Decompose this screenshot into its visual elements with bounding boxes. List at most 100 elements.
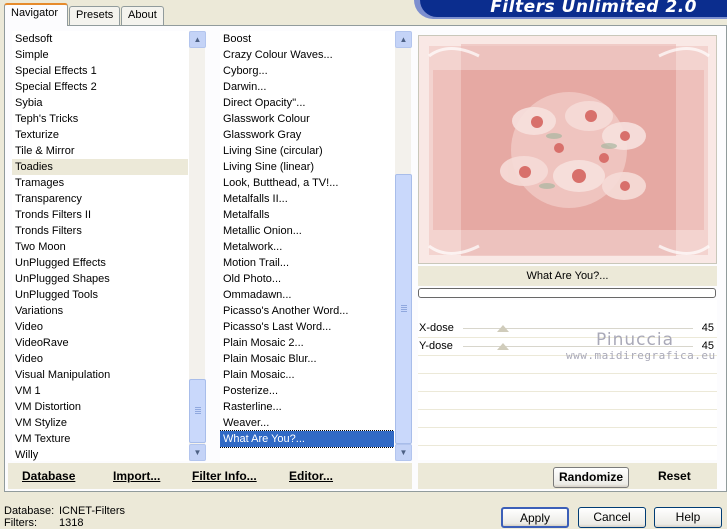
category-scrollbar[interactable]: ▲ ▼ [188, 31, 206, 461]
help-button[interactable]: Help [654, 507, 722, 528]
param-row-empty [418, 428, 717, 446]
filter-item[interactable]: Metalfalls [220, 207, 394, 223]
app-title: Filters Unlimited 2.0 [490, 0, 697, 17]
filters-label: Filters: [4, 517, 37, 529]
filter-item[interactable]: Crazy Colour Waves... [220, 47, 394, 63]
apply-button[interactable]: Apply [501, 507, 569, 528]
category-item[interactable]: UnPlugged Effects [12, 255, 188, 271]
param-row-empty [418, 374, 717, 392]
tab-about[interactable]: About [121, 6, 164, 25]
category-item[interactable]: Toadies [12, 159, 188, 175]
category-item[interactable]: Tronds Filters II [12, 207, 188, 223]
progress-bar [418, 288, 716, 298]
filter-item[interactable]: Metalfalls II... [220, 191, 394, 207]
filter-item[interactable]: Glasswork Colour [220, 111, 394, 127]
filter-item[interactable]: Glasswork Gray [220, 127, 394, 143]
category-item[interactable]: Tile & Mirror [12, 143, 188, 159]
filter-item[interactable]: Darwin... [220, 79, 394, 95]
scroll-thumb[interactable] [395, 174, 412, 444]
editor-button[interactable]: Editor... [289, 469, 333, 483]
category-item[interactable]: VM Distortion [12, 399, 188, 415]
tab-label: About [128, 9, 157, 21]
tab-bar: Navigator Presets About [0, 0, 420, 26]
category-item[interactable]: Texturize [12, 127, 188, 143]
filter-item[interactable]: Living Sine (linear) [220, 159, 394, 175]
tab-presets[interactable]: Presets [69, 6, 120, 25]
preview-artwork-icon [419, 36, 716, 263]
filter-item[interactable]: Plain Mosaic 2... [220, 335, 394, 351]
list-toolbar: Database Import... Filter Info... Editor… [8, 463, 412, 489]
filter-item[interactable]: Rasterline... [220, 399, 394, 415]
slider-thumb[interactable] [497, 325, 510, 332]
app-banner: Filters Unlimited 2.0 [420, 0, 727, 17]
filter-item[interactable]: Plain Mosaic... [220, 367, 394, 383]
param-value: 45 [701, 322, 714, 334]
category-item[interactable]: Special Effects 2 [12, 79, 188, 95]
filter-list[interactable]: Boost Crazy Colour Waves... Cyborg... Darwi… [220, 31, 394, 461]
category-item[interactable]: Tramages [12, 175, 188, 191]
randomize-button[interactable]: Randomize [553, 467, 629, 488]
category-item[interactable]: Special Effects 1 [12, 63, 188, 79]
slider-thumb[interactable] [497, 343, 510, 350]
filter-item[interactable]: Metalwork... [220, 239, 394, 255]
category-item[interactable]: Sedsoft [12, 31, 188, 47]
param-label: Y-dose [419, 340, 453, 352]
filter-item[interactable]: Picasso's Another Word... [220, 303, 394, 319]
category-item[interactable]: Two Moon [12, 239, 188, 255]
param-row-empty [418, 410, 717, 428]
category-item[interactable]: Visual Manipulation [12, 367, 188, 383]
filter-item[interactable]: Old Photo... [220, 271, 394, 287]
filter-item[interactable]: Weaver... [220, 415, 394, 431]
category-item[interactable]: VideoRave [12, 335, 188, 351]
filter-item[interactable]: Motion Trail... [220, 255, 394, 271]
category-list[interactable]: Sedsoft Simple Special Effects 1 Special Ef… [12, 31, 188, 461]
scroll-thumb[interactable] [189, 379, 206, 443]
category-item[interactable]: VM 1 [12, 383, 188, 399]
database-value: ICNET-Filters [59, 505, 125, 517]
watermark-name: Pinuccia [596, 330, 674, 350]
filter-item[interactable]: Plain Mosaic Blur... [220, 351, 394, 367]
import-button[interactable]: Import... [113, 469, 160, 483]
scroll-up-button[interactable]: ▲ [189, 31, 206, 48]
category-item[interactable]: VM Texture [12, 431, 188, 447]
filter-item[interactable]: Picasso's Last Word... [220, 319, 394, 335]
category-item[interactable]: Variations [12, 303, 188, 319]
reset-button[interactable]: Reset [658, 469, 691, 483]
chevron-up-icon: ▲ [193, 35, 202, 44]
chevron-up-icon: ▲ [399, 35, 408, 44]
filter-info-button[interactable]: Filter Info... [192, 469, 257, 483]
cancel-button[interactable]: Cancel [578, 507, 646, 528]
filter-item[interactable]: Posterize... [220, 383, 394, 399]
category-item[interactable]: Teph's Tricks [12, 111, 188, 127]
filter-item[interactable]: Metallic Onion... [220, 223, 394, 239]
scroll-down-button[interactable]: ▼ [189, 444, 206, 461]
filter-item[interactable]: Cyborg... [220, 63, 394, 79]
category-item[interactable]: Video [12, 319, 188, 335]
filter-scrollbar[interactable]: ▲ ▼ [394, 31, 412, 461]
filter-item[interactable]: Boost [220, 31, 394, 47]
database-button[interactable]: Database [22, 469, 75, 483]
filter-title: What Are You?... [418, 266, 717, 286]
status-area: Database: ICNET-Filters Filters: 1318 [4, 505, 125, 529]
category-item[interactable]: Willy [12, 447, 188, 461]
filter-item[interactable]: Living Sine (circular) [220, 143, 394, 159]
filter-item[interactable]: Ommadawn... [220, 287, 394, 303]
param-row-empty [418, 392, 717, 410]
category-item[interactable]: Tronds Filters [12, 223, 188, 239]
category-item[interactable]: Video [12, 351, 188, 367]
category-item[interactable]: VM Stylize [12, 415, 188, 431]
filter-item[interactable]: What Are You?... [220, 430, 394, 448]
category-item[interactable]: Transparency [12, 191, 188, 207]
scroll-up-button[interactable]: ▲ [395, 31, 412, 48]
scroll-down-button[interactable]: ▼ [395, 444, 412, 461]
tab-navigator[interactable]: Navigator [4, 3, 68, 26]
category-item[interactable]: UnPlugged Shapes [12, 271, 188, 287]
filter-item[interactable]: Look, Butthead, a TV!... [220, 175, 394, 191]
category-item[interactable]: UnPlugged Tools [12, 287, 188, 303]
filter-item[interactable]: Direct Opacity''... [220, 95, 394, 111]
category-item[interactable]: Sybia [12, 95, 188, 111]
parameter-area: X-dose 45 Y-dose 45 [418, 300, 717, 460]
filters-count: 1318 [59, 517, 84, 529]
param-toolbar: Randomize Reset [418, 463, 717, 489]
category-item[interactable]: Simple [12, 47, 188, 63]
